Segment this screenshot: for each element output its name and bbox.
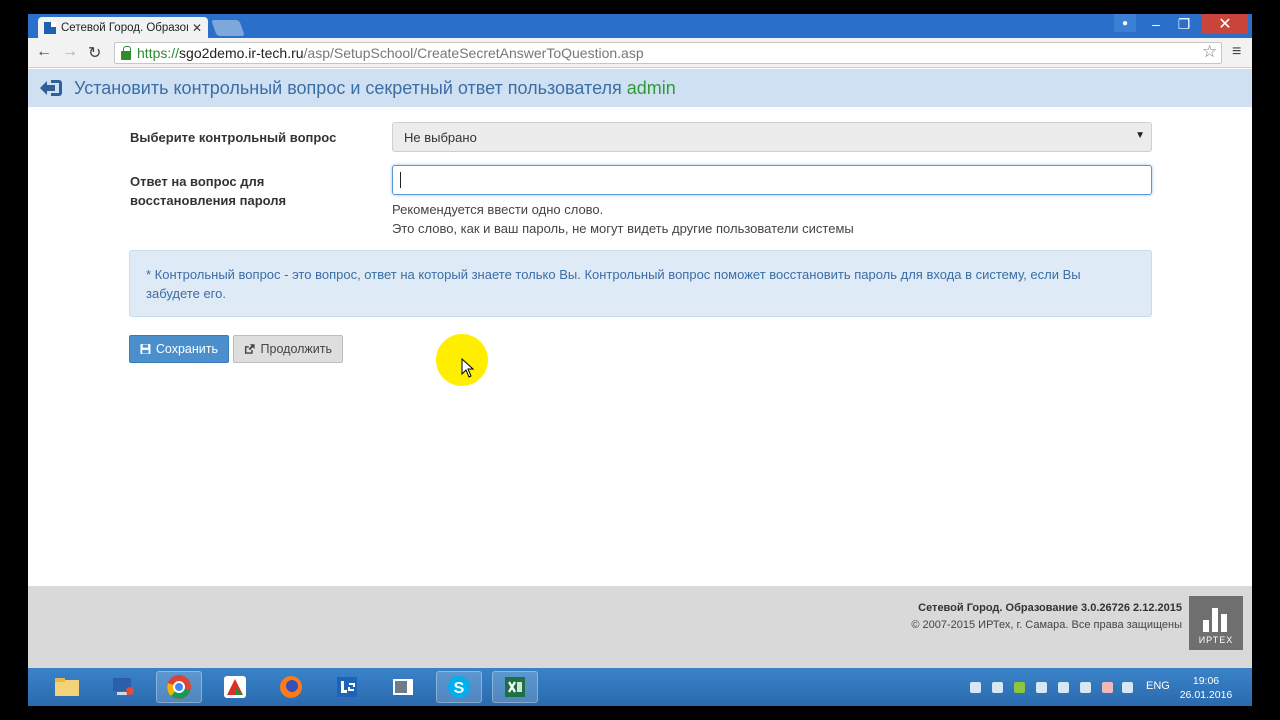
save-button-label: Сохранить [155, 342, 218, 356]
footer-product-version: Сетевой Город. Образование 3.0.26726 2.1… [918, 602, 1182, 614]
remote-desktop-icon[interactable] [100, 671, 146, 703]
back-sign-in-icon[interactable] [38, 78, 64, 98]
chevron-down-icon: ▼ [1135, 130, 1145, 141]
answer-help-text: Рекомендуется ввести одно слово. Это сло… [392, 200, 854, 238]
answer-label-line1: Ответ на вопрос для [130, 174, 265, 189]
question-label: Выберите контрольный вопрос [130, 130, 337, 145]
floppy-disk-icon [140, 344, 151, 354]
tray-language[interactable]: ENG [1146, 680, 1170, 692]
help-line2: Это слово, как и ваш пароль, не могут ви… [392, 221, 854, 236]
text-cursor [400, 172, 401, 188]
tab-title: Сетевой Город. Образова [61, 21, 188, 34]
address-bar[interactable]: https:// sgo2demo.ir-tech.ru /asp/SetupS… [114, 42, 1222, 64]
excel-icon[interactable] [492, 671, 538, 703]
question-selected-value: Не выбрано [404, 129, 477, 145]
mouse-pointer-icon [461, 358, 475, 378]
tray-date: 26.01.2016 [1179, 689, 1233, 701]
url-path: /asp/SetupSchool/CreateSecretAnswerToQue… [303, 45, 644, 61]
user-profile-icon[interactable]: ● [1114, 14, 1136, 32]
url-scheme: https:// [137, 45, 180, 61]
minimize-button[interactable]: ‒ [1142, 14, 1170, 34]
app-red-green-icon[interactable] [212, 671, 258, 703]
maximize-button[interactable]: ❐ [1170, 14, 1198, 34]
browser-tab-active[interactable]: Сетевой Город. Образова ✕ [38, 17, 208, 38]
new-tab-button[interactable] [211, 20, 245, 36]
save-button[interactable]: Сохранить [129, 335, 229, 363]
menu-hamburger-icon[interactable]: ≡ [1232, 43, 1241, 61]
footer-copyright: © 2007-2015 ИРТех, г. Самара. Все права … [911, 619, 1182, 631]
answer-input[interactable] [392, 165, 1152, 195]
tray-keyboard-icon[interactable] [970, 682, 981, 693]
bookmark-star-icon[interactable]: ☆ [1202, 42, 1217, 62]
tray-flag-icon[interactable] [1102, 682, 1113, 693]
tray-security-icon[interactable] [1014, 682, 1025, 693]
browser-toolbar: ← → ↻ https:// sgo2demo.ir-tech.ru /asp/… [28, 38, 1252, 68]
answer-label: Ответ на вопрос для восстановления парол… [130, 172, 320, 210]
lync-icon[interactable] [324, 671, 370, 703]
tab-close-icon[interactable]: ✕ [192, 21, 202, 35]
tray-app-icon[interactable] [992, 682, 1003, 693]
tray-network-icon[interactable] [1080, 682, 1091, 693]
page-title-username: admin [626, 77, 676, 98]
site-favicon-icon [44, 21, 56, 34]
file-explorer-icon[interactable] [44, 671, 90, 703]
url-host: sgo2demo.ir-tech.ru [179, 45, 304, 61]
info-box: * Контрольный вопрос - это вопрос, ответ… [129, 250, 1152, 317]
page-footer: Сетевой Город. Образование 3.0.26726 2.1… [28, 586, 1252, 668]
forward-arrow-icon[interactable]: → [62, 43, 78, 61]
question-select[interactable]: Не выбрано ▼ [392, 122, 1152, 152]
lock-icon [121, 45, 131, 60]
skype-icon[interactable]: S [436, 671, 482, 703]
help-line1: Рекомендуется ввести одно слово. [392, 202, 604, 217]
continue-button-label: Продолжить [260, 342, 332, 356]
reload-icon[interactable]: ↻ [88, 43, 101, 63]
page-header: Установить контрольный вопрос и секретны… [28, 69, 1252, 107]
answer-label-line2: восстановления пароля [130, 193, 287, 208]
title-bar: Сетевой Город. Образова ✕ ● ‒ ❐ ✕ [28, 14, 1252, 38]
svg-text:S: S [454, 680, 465, 697]
page-title: Установить контрольный вопрос и секретны… [74, 77, 622, 98]
logo-text: ИРТЕХ [1198, 635, 1234, 645]
continue-button[interactable]: Продолжить [233, 335, 343, 363]
browser-window: Сетевой Город. Образова ✕ ● ‒ ❐ ✕ ← → ↻ … [28, 14, 1252, 706]
tray-monitor-icon[interactable] [1058, 682, 1069, 693]
irtech-logo: ИРТЕХ [1189, 596, 1243, 650]
tray-volume-icon[interactable] [1122, 682, 1133, 693]
back-arrow-icon[interactable]: ← [36, 43, 52, 61]
external-link-icon [244, 344, 255, 354]
firefox-icon[interactable] [268, 671, 314, 703]
tray-time: 19:06 [1192, 675, 1220, 687]
tray-device-icon[interactable] [1036, 682, 1047, 693]
windows-taskbar: S ENG 19:06 26.01.2016 [28, 668, 1252, 706]
close-window-button[interactable]: ✕ [1202, 14, 1248, 34]
chrome-icon[interactable] [156, 671, 202, 703]
tray-clock[interactable]: 19:06 26.01.2016 [1178, 674, 1234, 702]
presentation-app-icon[interactable] [380, 671, 426, 703]
